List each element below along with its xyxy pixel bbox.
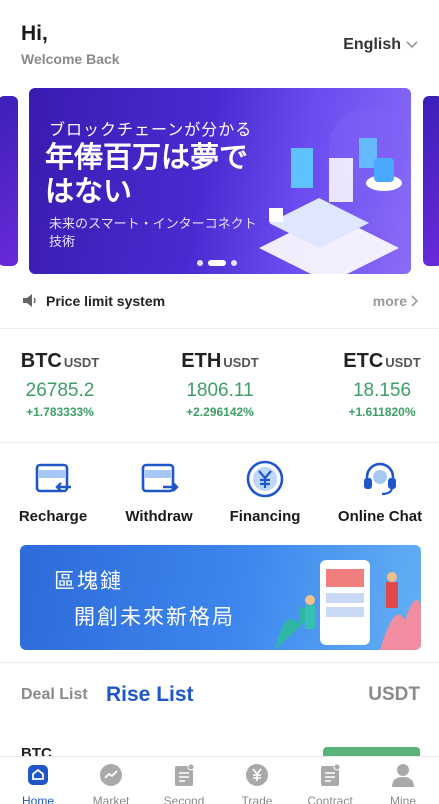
nav-label: Home — [21, 794, 54, 804]
recharge-icon — [35, 463, 71, 493]
ticker-quote: USDT — [385, 355, 421, 370]
carousel-dots — [197, 260, 237, 266]
ticker-price: 1806.11 — [186, 380, 254, 401]
language-selector[interactable]: English — [343, 36, 419, 54]
welcome-subtitle: Welcome Back — [21, 51, 120, 67]
ticker-quote: USDT — [63, 355, 100, 370]
trade-icon — [246, 764, 268, 786]
financing-button[interactable]: Financing — [215, 458, 315, 525]
ticker-strip: BTC USDT 26785.2 +1.783333% ETH USDT 1806.… — [0, 340, 439, 430]
tab-rise-list[interactable]: Rise List — [106, 683, 194, 707]
recharge-label: Recharge — [18, 508, 88, 525]
promo-banner[interactable]: 區塊鏈 開創未來新格局 — [20, 545, 421, 650]
prev-banner-peek[interactable] — [0, 96, 18, 266]
financing-yen-icon — [246, 460, 284, 498]
nav-label: Trade — [241, 794, 273, 804]
ticker-symbol: ETH — [181, 350, 222, 372]
carousel-dot-active[interactable] — [208, 260, 226, 266]
nav-home[interactable]: Home — [1, 763, 75, 804]
recharge-button[interactable]: Recharge — [3, 458, 103, 525]
user-icon — [392, 764, 414, 787]
withdraw-label: Withdraw — [125, 508, 193, 525]
nav-mine[interactable]: Mine — [366, 763, 439, 804]
divider — [0, 328, 439, 329]
chevron-down-icon — [406, 41, 418, 49]
withdraw-icon — [141, 463, 179, 493]
greeting: Hi, — [21, 22, 48, 45]
banner-carousel[interactable]: ブロックチェーンが分かる 年俸百万は夢ではない 未来のスマート・インターコネクト… — [0, 86, 439, 276]
ticker-quote: USDT — [223, 355, 259, 370]
carousel-dot[interactable] — [231, 260, 237, 266]
divider — [0, 442, 439, 443]
ticker-price: 18.156 — [352, 380, 412, 401]
nav-trade[interactable]: Trade — [220, 763, 294, 804]
promo-line-2: 開創未來新格局 — [74, 605, 235, 629]
banner-line-1: ブロックチェーンが分かる — [49, 120, 253, 139]
nav-label: Market — [92, 794, 130, 804]
ticker-change: +1.611820% — [348, 405, 416, 419]
nav-label: Contract — [307, 794, 353, 804]
ticker-etc[interactable]: ETC USDT 18.156 +1.611820% — [322, 350, 439, 419]
chevron-right-icon — [411, 295, 418, 307]
contract-icon — [321, 763, 341, 786]
ticker-change: +1.783333% — [26, 405, 94, 419]
ticker-symbol: ETC — [343, 350, 384, 372]
list-tabs: Deal List Rise List USDT — [0, 672, 439, 720]
banner-headline: 年俸百万は夢ではない — [45, 140, 249, 208]
speaker-icon — [23, 294, 36, 307]
ticker-btc[interactable]: BTC USDT 26785.2 +1.783333% — [0, 350, 120, 419]
financing-label: Financing — [229, 508, 301, 525]
banner-line-3: 未来のスマート・インターコネクト技術 — [49, 217, 257, 250]
ticker-price: 26785.2 — [25, 380, 95, 401]
ticker-symbol: BTC — [20, 350, 62, 372]
notice-bar[interactable]: Price limit system more — [0, 286, 439, 318]
banner-slide[interactable]: ブロックチェーンが分かる 年俸百万は夢ではない 未来のスマート・インターコネクト… — [29, 88, 411, 274]
ticker-change: +2.296142% — [186, 405, 254, 419]
header: Hi, Welcome Back English — [0, 0, 439, 80]
language-label: English — [343, 36, 401, 53]
bottom-nav: Home Market Second Trade Contract Mine — [0, 756, 439, 804]
home-icon — [28, 765, 48, 785]
promo-illustration — [275, 560, 421, 650]
notice-text[interactable]: Price limit system — [46, 293, 165, 309]
withdraw-button[interactable]: Withdraw — [109, 458, 209, 525]
quote-currency-label: USDT — [368, 684, 420, 705]
online-chat-button[interactable]: Online Chat — [330, 458, 430, 525]
nav-contract[interactable]: Contract — [293, 763, 367, 804]
carousel-dot[interactable] — [197, 260, 203, 266]
nav-second[interactable]: Second — [147, 763, 221, 804]
divider — [0, 662, 439, 663]
promo-line-1: 區塊鏈 — [54, 569, 123, 593]
more-link[interactable]: more — [373, 293, 418, 309]
next-banner-peek[interactable] — [423, 96, 439, 266]
headset-icon — [364, 462, 396, 496]
second-icon — [175, 763, 195, 786]
nav-label: Second — [163, 794, 205, 804]
tab-deal-list[interactable]: Deal List — [21, 686, 88, 704]
nav-market[interactable]: Market — [74, 763, 148, 804]
nav-label: Mine — [389, 794, 416, 804]
quick-actions: Recharge Withdraw Financing Online Chat — [0, 458, 439, 538]
online-chat-label: Online Chat — [337, 508, 423, 525]
more-label: more — [372, 293, 407, 309]
market-icon — [100, 764, 122, 786]
ticker-eth[interactable]: ETH USDT 1806.11 +2.296142% — [160, 350, 280, 419]
